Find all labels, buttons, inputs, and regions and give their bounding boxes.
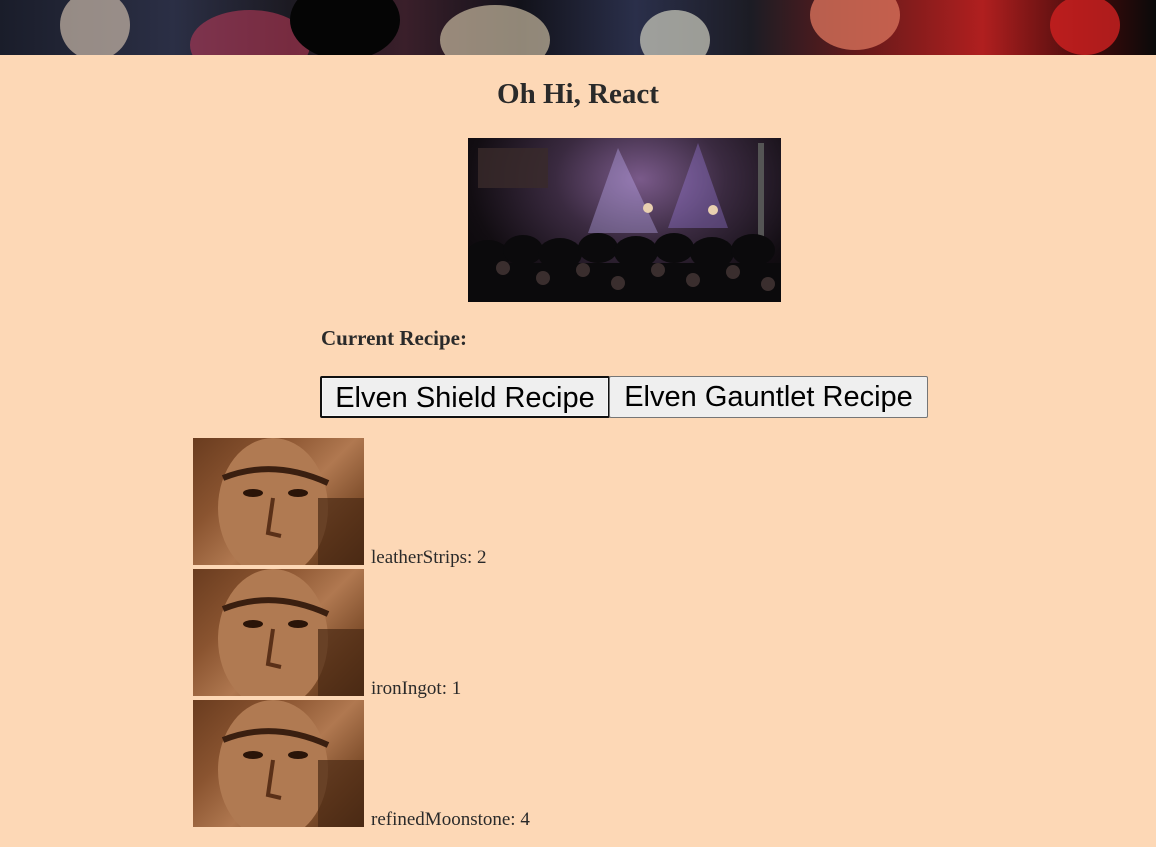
page-title: Oh Hi, React: [497, 78, 659, 110]
crowd-banner-image: [0, 0, 1156, 55]
current-recipe-label: Current Recipe:: [321, 326, 467, 350]
ingredient-image: [193, 438, 364, 565]
ingredient-item: ironIngot: 1: [193, 569, 593, 699]
concert-illustration: [468, 143, 781, 302]
ingredient-text: refinedMoonstone: 4: [371, 809, 530, 830]
ingredient-item: leatherStrips: 2: [193, 438, 593, 568]
elven-shield-recipe-button[interactable]: Elven Shield Recipe: [320, 376, 610, 418]
ingredient-image: [193, 569, 364, 696]
elven-gauntlet-recipe-button[interactable]: Elven Gauntlet Recipe: [609, 376, 928, 418]
ingredient-item: refinedMoonstone: 4: [193, 700, 593, 830]
ingredient-text: leatherStrips: 2: [371, 547, 487, 568]
ingredient-image: [193, 700, 364, 827]
concert-crowd-image: [468, 138, 781, 302]
ingredient-text: ironIngot: 1: [371, 678, 462, 699]
